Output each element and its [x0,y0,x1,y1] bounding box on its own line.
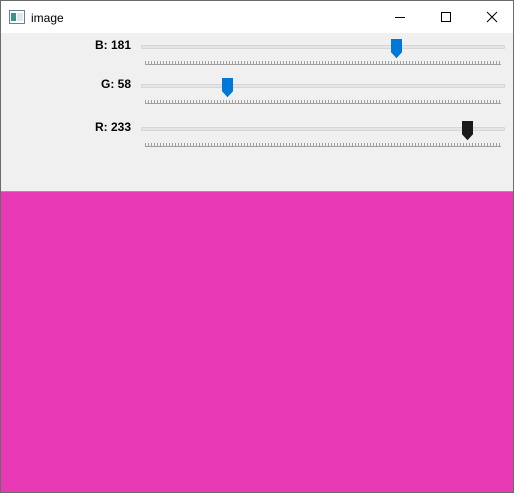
trackbar-green-thumb[interactable] [222,78,233,98]
trackbar-red-ticks [145,143,501,147]
window-title: image [31,11,64,25]
trackbar-red-thumb[interactable] [462,121,473,141]
title-bar[interactable]: image [1,1,513,33]
trackbar-green: G: 58 [1,74,513,114]
trackbar-blue: B: 181 [1,35,513,75]
minimize-icon [395,17,405,18]
maximize-button[interactable] [423,1,469,33]
close-icon [486,11,498,23]
trackbar-panel: B: 181 G: 58 R: 233 [1,33,513,191]
trackbar-green-ticks [145,100,501,104]
window-app-icon [9,10,25,24]
trackbar-red-label: R: 233 [94,120,131,134]
trackbar-red-track[interactable] [141,127,505,131]
trackbar-blue-thumb[interactable] [391,39,402,59]
trackbar-blue-label: B: 181 [94,38,131,52]
trackbar-blue-ticks [145,61,501,65]
opencv-window: image B: 181 G: 58 R: 233 [0,0,514,493]
trackbar-red: R: 233 [1,117,513,157]
trackbar-green-track[interactable] [141,84,505,88]
color-preview-image [1,191,513,492]
close-button[interactable] [469,1,513,33]
minimize-button[interactable] [377,1,423,33]
trackbar-green-label: G: 58 [100,77,131,91]
trackbar-blue-track[interactable] [141,45,505,49]
maximize-icon [441,12,451,22]
